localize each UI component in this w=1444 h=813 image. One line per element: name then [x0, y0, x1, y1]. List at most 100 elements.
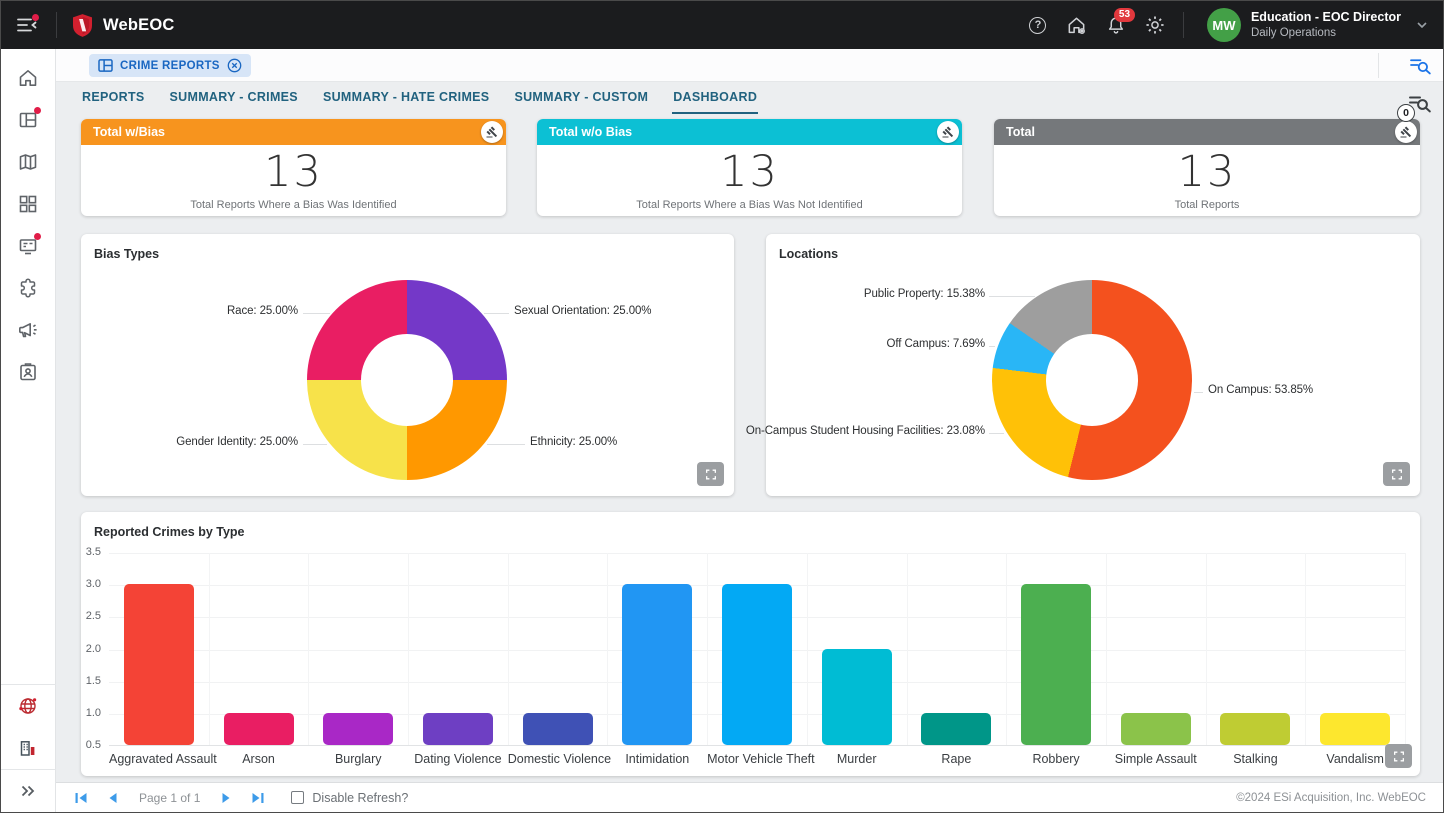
stat-card-total-with-bias: Total w/Bias 13 Total Reports Where a Bi… — [81, 119, 506, 216]
stat-card-total-without-bias: Total w/o Bias 13 Total Reports Where a … — [537, 119, 962, 216]
x-category-label: Burglary — [308, 752, 408, 766]
help-button[interactable]: ? — [1021, 8, 1055, 42]
tab-dashboard[interactable]: DASHBOARD — [672, 82, 758, 114]
close-icon[interactable] — [227, 58, 242, 73]
disable-refresh-label: Disable Refresh? — [312, 791, 408, 805]
next-page-icon — [221, 792, 232, 804]
bar-chart-plot-area — [109, 553, 1405, 746]
y-tick-label: 1.0 — [81, 707, 101, 719]
slice-label: Public Property: 15.38% — [864, 288, 985, 300]
x-category-label: Arson — [209, 752, 309, 766]
bar[interactable] — [822, 649, 892, 746]
user-role: Education - EOC Director — [1251, 10, 1401, 26]
bar[interactable] — [523, 713, 593, 745]
previous-page-button[interactable] — [105, 790, 120, 806]
dashboard-filter-button[interactable]: 0 — [1404, 87, 1436, 119]
donut-ring[interactable] — [307, 280, 507, 480]
gridline — [1106, 553, 1107, 745]
menu-notification-dot — [32, 14, 39, 21]
sidebar-item-menus[interactable] — [1, 183, 56, 225]
donut-ring[interactable] — [992, 280, 1192, 480]
sidebar-item-home[interactable] — [1, 57, 56, 99]
fullscreen-icon — [1390, 468, 1404, 481]
bar[interactable] — [1220, 713, 1290, 745]
locations-donut-chart: On Campus: 53.85%On-Campus Student Housi… — [766, 234, 1420, 496]
home-button[interactable] — [1060, 8, 1094, 42]
sidebar-item-global[interactable] — [1, 685, 56, 727]
disable-refresh-control[interactable]: Disable Refresh? — [291, 791, 408, 805]
sidebar-item-organization[interactable] — [1, 727, 56, 769]
disable-refresh-checkbox[interactable] — [291, 791, 304, 804]
sidebar-expand-button[interactable] — [1, 770, 56, 812]
sidebar-item-boards[interactable] — [1, 99, 56, 141]
bar[interactable] — [722, 584, 792, 745]
gridline — [109, 553, 1405, 554]
bar[interactable] — [622, 584, 692, 745]
sidebar-item-announcements[interactable] — [1, 309, 56, 351]
y-tick-label: 2.5 — [81, 610, 101, 622]
stat-card-title: Total — [1006, 125, 1035, 139]
x-category-label: Murder — [807, 752, 907, 766]
tab-summary-crimes[interactable]: SUMMARY - CRIMES — [169, 82, 299, 114]
stat-card-action-button[interactable] — [481, 121, 503, 143]
label-leader-line — [1194, 392, 1203, 393]
x-category-label: Dating Violence — [408, 752, 508, 766]
label-leader-line — [487, 444, 525, 445]
x-category-label: Motor Vehicle Theft — [707, 752, 807, 766]
map-icon — [17, 151, 39, 173]
x-category-label: Aggravated Assault — [109, 752, 209, 766]
board-view-tabs: REPORTS SUMMARY - CRIMES SUMMARY - HATE … — [56, 82, 1443, 114]
tab-summary-hate-crimes[interactable]: SUMMARY - HATE CRIMES — [322, 82, 491, 114]
notification-count-badge: 53 — [1114, 8, 1135, 22]
filter-count-badge: 0 — [1397, 104, 1415, 122]
home-icon — [17, 67, 39, 89]
stat-card-action-button[interactable] — [1395, 121, 1417, 143]
slice-label: Sexual Orientation: 25.00% — [514, 305, 651, 317]
sidebar-item-contacts[interactable] — [1, 351, 56, 393]
gridline — [508, 553, 509, 745]
donut-hole — [1046, 334, 1138, 426]
expand-chart-button[interactable] — [1383, 462, 1410, 486]
bar[interactable] — [224, 713, 294, 745]
label-leader-line — [303, 313, 330, 314]
stat-caption: Total Reports Where a Bias Was Identifie… — [190, 199, 396, 211]
user-menu[interactable]: MW Education - EOC Director Daily Operat… — [1207, 8, 1427, 42]
sidebar-item-maps[interactable] — [1, 141, 56, 183]
slice-label: Race: 25.00% — [227, 305, 298, 317]
stat-card-header: Total — [994, 119, 1420, 145]
bar[interactable] — [1021, 584, 1091, 745]
first-page-button[interactable] — [73, 790, 90, 806]
settings-button[interactable] — [1138, 8, 1172, 42]
open-boards-row: CRIME REPORTS — [56, 49, 1443, 82]
sidebar-item-panels[interactable] — [1, 225, 56, 267]
globe-icon — [17, 695, 39, 717]
expand-chart-button[interactable] — [1385, 744, 1412, 768]
sidebar — [1, 49, 56, 812]
double-chevron-right-icon — [17, 780, 39, 802]
bar[interactable] — [124, 584, 194, 745]
stat-card-action-button[interactable] — [937, 121, 959, 143]
crime-reports-board-chip[interactable]: CRIME REPORTS — [89, 54, 251, 77]
previous-page-icon — [107, 792, 118, 804]
bar[interactable] — [1121, 713, 1191, 745]
bar[interactable] — [323, 713, 393, 745]
bar[interactable] — [1320, 713, 1390, 745]
megaphone-icon — [17, 319, 39, 341]
tab-reports[interactable]: REPORTS — [81, 82, 146, 114]
expand-chart-button[interactable] — [697, 462, 724, 486]
board-search-button[interactable] — [1403, 52, 1437, 79]
gavel-icon — [1400, 126, 1412, 138]
last-page-button[interactable] — [249, 790, 266, 806]
label-leader-line — [484, 313, 509, 314]
bar[interactable] — [921, 713, 991, 745]
tab-summary-custom[interactable]: SUMMARY - CUSTOM — [513, 82, 649, 114]
bar[interactable] — [423, 713, 493, 745]
home-gear-icon — [1066, 15, 1087, 36]
next-page-button[interactable] — [219, 790, 234, 806]
sidebar-toggle-button[interactable] — [10, 8, 44, 42]
y-tick-label: 3.5 — [81, 546, 101, 558]
notifications-button[interactable]: 53 — [1099, 8, 1133, 42]
chevron-down-icon — [1417, 22, 1427, 28]
stat-card-header: Total w/o Bias — [537, 119, 962, 145]
sidebar-item-plugins[interactable] — [1, 267, 56, 309]
